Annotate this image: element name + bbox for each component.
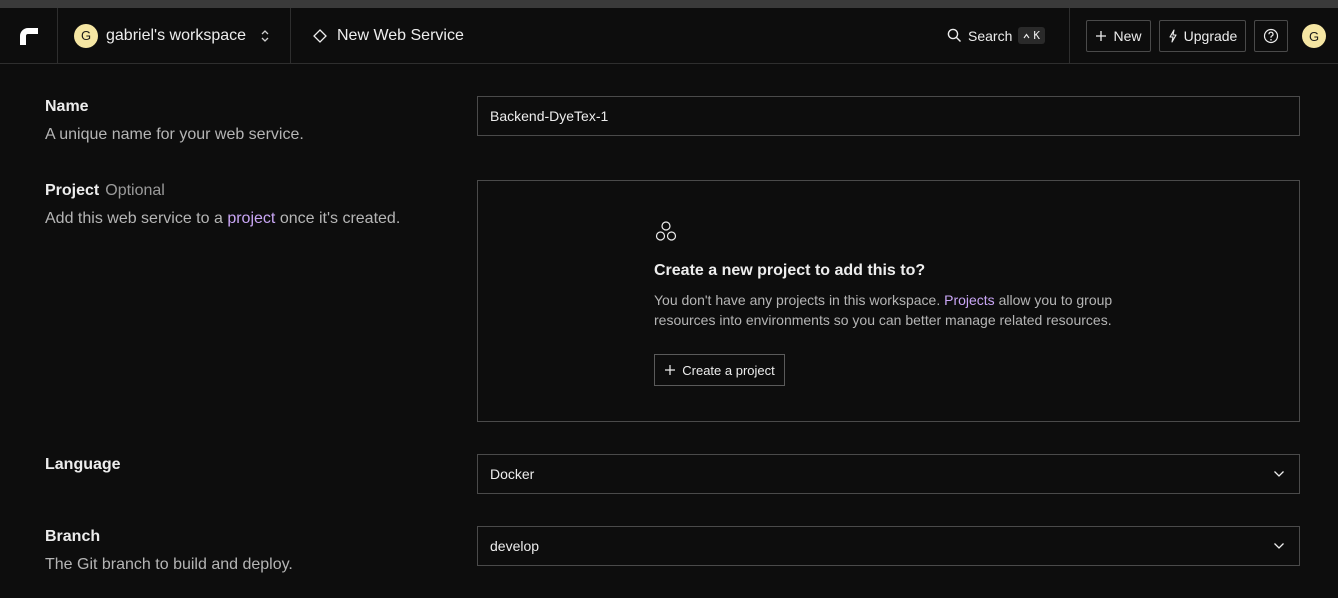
project-desc-pre: Add this web service to a — [45, 210, 223, 227]
search-icon — [947, 28, 961, 42]
window-top-strip — [0, 0, 1338, 8]
chevron-down-icon — [1274, 543, 1284, 549]
help-icon — [1263, 28, 1279, 44]
project-panel: Create a new project to add this to? You… — [477, 180, 1300, 422]
branch-description: The Git branch to build and deploy. — [45, 556, 293, 573]
search-button[interactable]: Search K — [947, 8, 1045, 63]
create-project-label: Create a project — [682, 362, 775, 378]
page-title-area: New Web Service — [291, 8, 464, 63]
page-title: New Web Service — [337, 26, 464, 44]
new-button-label: New — [1113, 28, 1142, 44]
branch-select[interactable]: develop — [477, 526, 1300, 566]
chevron-down-icon — [1274, 471, 1284, 477]
project-label: Project Optional — [45, 182, 165, 200]
panel-text-pre: You don't have any projects in this work… — [654, 292, 941, 308]
language-label: Language — [45, 456, 121, 473]
search-shortcut: K — [1018, 27, 1045, 44]
name-input[interactable]: Backend-DyeTex-1 — [477, 96, 1300, 136]
projects-link[interactable]: Projects — [944, 292, 995, 308]
language-value: Docker — [490, 466, 535, 482]
header-divider — [1069, 8, 1070, 63]
top-nav: G gabriel's workspace New Web Service Se… — [0, 8, 1338, 64]
search-label: Search — [968, 27, 1013, 44]
project-link[interactable]: project — [227, 210, 275, 227]
logo-icon — [19, 27, 38, 45]
help-button[interactable] — [1254, 20, 1288, 52]
user-avatar[interactable]: G — [1302, 24, 1326, 48]
branch-value: develop — [490, 538, 540, 554]
upgrade-button-label: Upgrade — [1183, 28, 1238, 44]
name-description: A unique name for your web service. — [45, 126, 304, 143]
diamond-icon — [313, 28, 327, 43]
hexagons-icon — [655, 221, 677, 241]
render-logo[interactable] — [0, 8, 57, 63]
workspace-name: gabriel's workspace — [106, 26, 247, 44]
chevron-up-down-icon — [260, 29, 270, 43]
branch-label: Branch — [45, 528, 101, 545]
language-select[interactable]: Docker — [477, 454, 1300, 494]
optional-tag: Optional — [105, 182, 165, 199]
project-panel-title: Create a new project to add this to? — [654, 262, 926, 279]
lightning-icon — [1169, 29, 1177, 43]
new-button[interactable]: New — [1086, 20, 1151, 52]
upgrade-button[interactable]: Upgrade — [1159, 20, 1246, 52]
create-project-button[interactable]: Create a project — [654, 354, 785, 386]
workspace-switcher[interactable]: G gabriel's workspace — [58, 8, 290, 63]
project-desc-post: once it's created. — [279, 210, 401, 227]
workspace-avatar: G — [74, 23, 98, 48]
project-empty-state: Create a new project to add this to? You… — [654, 221, 1124, 386]
shortcut-key: K — [1033, 29, 1040, 42]
project-label-text: Project — [45, 182, 100, 199]
name-label: Name — [45, 98, 89, 115]
project-description: Add this web service to a project once i… — [45, 210, 400, 228]
plus-icon — [1096, 31, 1107, 41]
plus-icon — [665, 365, 676, 375]
caret-icon — [1023, 33, 1030, 38]
project-panel-text: You don't have any projects in this work… — [654, 290, 1124, 330]
